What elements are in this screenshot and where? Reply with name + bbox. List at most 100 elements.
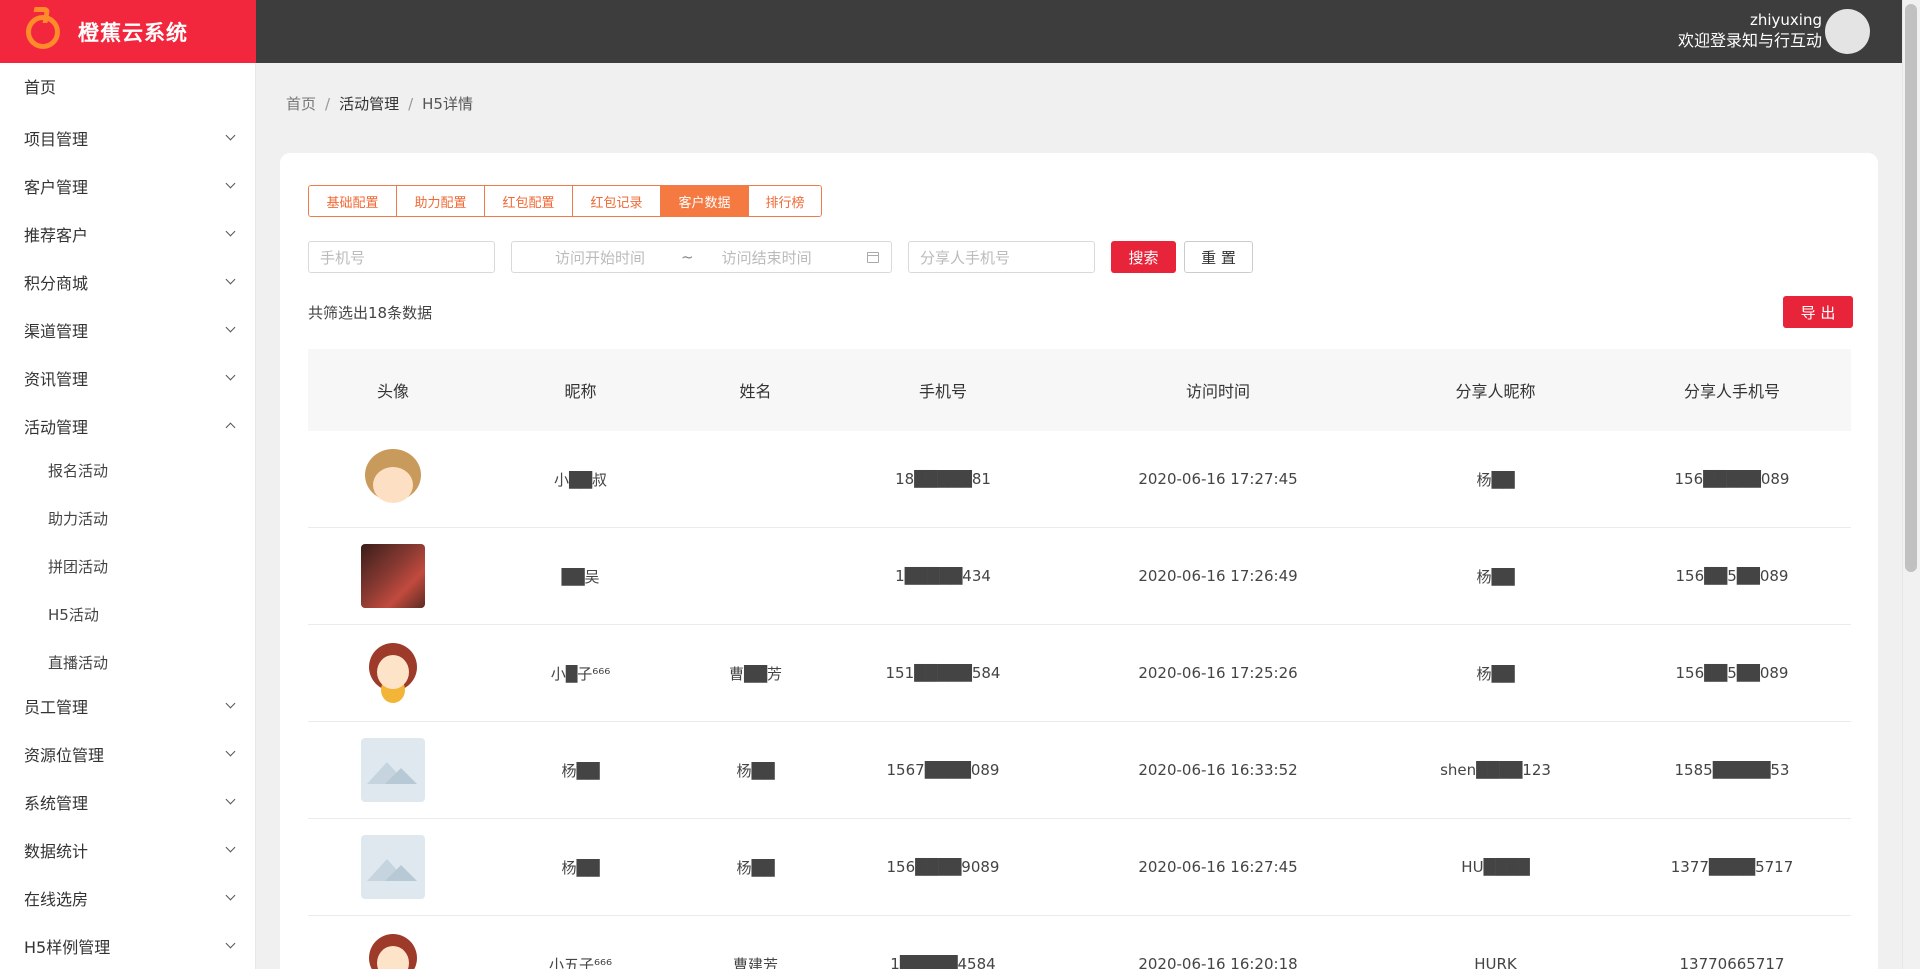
chevron-up-icon <box>225 422 236 433</box>
cell-sharer-phone: 156██5██089 <box>1675 664 1789 682</box>
sidebar-item-activities[interactable]: 活动管理 <box>0 406 256 446</box>
user-name: zhiyuxing <box>1749 11 1822 29</box>
chevron-down-icon <box>225 794 236 805</box>
tab-redpacket-records[interactable]: 红包记录 <box>573 186 661 216</box>
header-name: 姓名 <box>739 382 772 401</box>
customer-table: 头像 昵称 姓名 手机号 访问时间 分享人昵称 分享人手机号 小██叔 18███… <box>308 349 1851 969</box>
breadcrumb-home[interactable]: 首页 <box>286 93 316 114</box>
table-row: 小█子⁶⁶⁶ 曹██芳 151█████584 2020-06-16 17:25:26… <box>308 625 1851 722</box>
sidebar-item-channels[interactable]: 渠道管理 <box>0 310 256 350</box>
sidebar-item-staff[interactable]: 员工管理 <box>0 686 256 726</box>
phone-input[interactable]: 手机号 <box>308 241 495 273</box>
chevron-down-icon <box>225 890 236 901</box>
sidebar-item-label: 活动管理 <box>24 418 89 437</box>
table-row: 小五子⁶⁶⁶ 曹建芳 1█████4584 2020-06-16 16:20:18 HU… <box>308 916 1851 969</box>
avatar-image <box>361 544 425 608</box>
sidebar-item-news[interactable]: 资讯管理 <box>0 358 256 398</box>
header-sharer-nickname: 分享人昵称 <box>1455 382 1536 401</box>
tab-basic-config[interactable]: 基础配置 <box>309 186 397 216</box>
cell-nickname: ██吴 <box>561 567 600 586</box>
table-row: 杨██ 杨██ 156████9089 2020-06-16 16:27:45 HU██… <box>308 819 1851 916</box>
breadcrumb-current: H5详情 <box>422 95 473 113</box>
chevron-down-icon <box>225 746 236 757</box>
chevron-down-icon <box>225 274 236 285</box>
reset-button[interactable]: 重 置 <box>1184 241 1253 273</box>
sidebar-subitem-group-buy[interactable]: 拼团活动 <box>0 546 256 586</box>
table-row: ██吴 1█████434 2020-06-16 17:26:49 杨██ 156██5… <box>308 528 1851 625</box>
end-time-placeholder: 访问结束时间 <box>721 248 812 267</box>
scrollbar-thumb[interactable] <box>1905 4 1917 572</box>
tab-leaderboard[interactable]: 排行榜 <box>749 186 821 216</box>
cell-phone: 151█████584 <box>885 664 1001 682</box>
cell-phone: 1█████434 <box>895 567 991 585</box>
cell-avatar <box>308 738 478 802</box>
sidebar-item-label: 拼团活动 <box>48 557 109 576</box>
cell-phone: 1567████089 <box>886 761 1000 779</box>
brand-bar: 橙蕉云系统 <box>0 0 256 63</box>
cell-name: 曹██芳 <box>728 664 783 683</box>
cell-avatar <box>308 447 478 511</box>
sidebar-item-label: 积分商城 <box>24 274 89 293</box>
sidebar-subitem-h5[interactable]: H5活动 <box>0 594 256 634</box>
sidebar: 首页 项目管理 客户管理 推荐客户 积分商城 渠道管理 资讯管理 活动管理 报名… <box>0 63 256 969</box>
sidebar-subitem-live[interactable]: 直播活动 <box>0 642 256 682</box>
sidebar-subitem-signup[interactable]: 报名活动 <box>0 450 256 490</box>
cell-nickname: 小五子⁶⁶⁶ <box>548 955 613 969</box>
sidebar-item-system[interactable]: 系统管理 <box>0 782 256 822</box>
header-phone: 手机号 <box>918 382 967 401</box>
sidebar-item-label: 报名活动 <box>48 461 109 480</box>
chevron-down-icon <box>225 322 236 333</box>
start-time-placeholder: 访问开始时间 <box>555 248 646 267</box>
sidebar-item-label: 数据统计 <box>24 842 89 861</box>
user-avatar[interactable] <box>1825 9 1870 54</box>
page-scrollbar[interactable] <box>1902 0 1920 969</box>
tab-redpacket-config[interactable]: 红包配置 <box>485 186 573 216</box>
sidebar-subitem-assist[interactable]: 助力活动 <box>0 498 256 538</box>
cell-sharer-nickname: 杨██ <box>1476 664 1515 683</box>
cell-visit-time: 2020-06-16 16:20:18 <box>1138 955 1298 969</box>
visit-time-range-picker[interactable]: 访问开始时间 ~ 访问结束时间 <box>511 241 892 273</box>
chevron-down-icon <box>225 842 236 853</box>
table-row: 杨██ 杨██ 1567████089 2020-06-16 16:33:52 shen… <box>308 722 1851 819</box>
avatar-image <box>361 835 425 899</box>
cell-sharer-phone: 156█████089 <box>1674 470 1790 488</box>
welcome-text: 欢迎登录知与行互动 <box>1677 31 1822 50</box>
cell-sharer-phone: 1585█████53 <box>1674 761 1790 779</box>
sidebar-item-h5-samples[interactable]: H5样例管理 <box>0 926 256 966</box>
sidebar-item-label: 客户管理 <box>24 178 89 197</box>
avatar-image <box>361 641 425 705</box>
cell-sharer-nickname: shen████123 <box>1440 761 1551 779</box>
chevron-down-icon <box>225 226 236 237</box>
sidebar-item-label: 员工管理 <box>24 698 89 717</box>
sidebar-item-customers[interactable]: 客户管理 <box>0 166 256 206</box>
cell-avatar <box>308 544 478 608</box>
cell-sharer-nickname: 杨██ <box>1476 470 1515 489</box>
sidebar-item-projects[interactable]: 项目管理 <box>0 118 256 158</box>
header-avatar: 头像 <box>376 382 409 401</box>
sidebar-item-home[interactable]: 首页 <box>0 66 256 106</box>
export-button[interactable]: 导 出 <box>1783 296 1853 328</box>
user-info: zhiyuxing 欢迎登录知与行互动 <box>1678 10 1822 52</box>
breadcrumb-section[interactable]: 活动管理 <box>339 93 399 114</box>
sidebar-item-referrals[interactable]: 推荐客户 <box>0 214 256 254</box>
sharer-phone-input[interactable]: 分享人手机号 <box>908 241 1095 273</box>
avatar-image <box>361 738 425 802</box>
search-button[interactable]: 搜索 <box>1111 241 1176 273</box>
orange-logo-icon <box>26 14 60 49</box>
cell-avatar <box>308 932 478 969</box>
sidebar-item-resources[interactable]: 资源位管理 <box>0 734 256 774</box>
chevron-down-icon <box>225 130 236 141</box>
cell-avatar <box>308 835 478 899</box>
sidebar-item-points-mall[interactable]: 积分商城 <box>0 262 256 302</box>
tab-assist-config[interactable]: 助力配置 <box>397 186 485 216</box>
cell-sharer-phone: 13770665717 <box>1679 955 1785 969</box>
cell-sharer-nickname: HURK <box>1474 955 1517 969</box>
table-body: 小██叔 18█████81 2020-06-16 17:27:45 杨██ 156██… <box>308 431 1851 969</box>
sidebar-item-label: 在线选房 <box>24 890 89 909</box>
tab-customer-data[interactable]: 客户数据 <box>661 186 749 216</box>
header-nickname: 昵称 <box>564 382 597 401</box>
sidebar-item-statistics[interactable]: 数据统计 <box>0 830 256 870</box>
cell-visit-time: 2020-06-16 16:27:45 <box>1138 858 1298 876</box>
sidebar-item-online-selection[interactable]: 在线选房 <box>0 878 256 918</box>
cell-nickname: 杨██ <box>561 858 600 877</box>
